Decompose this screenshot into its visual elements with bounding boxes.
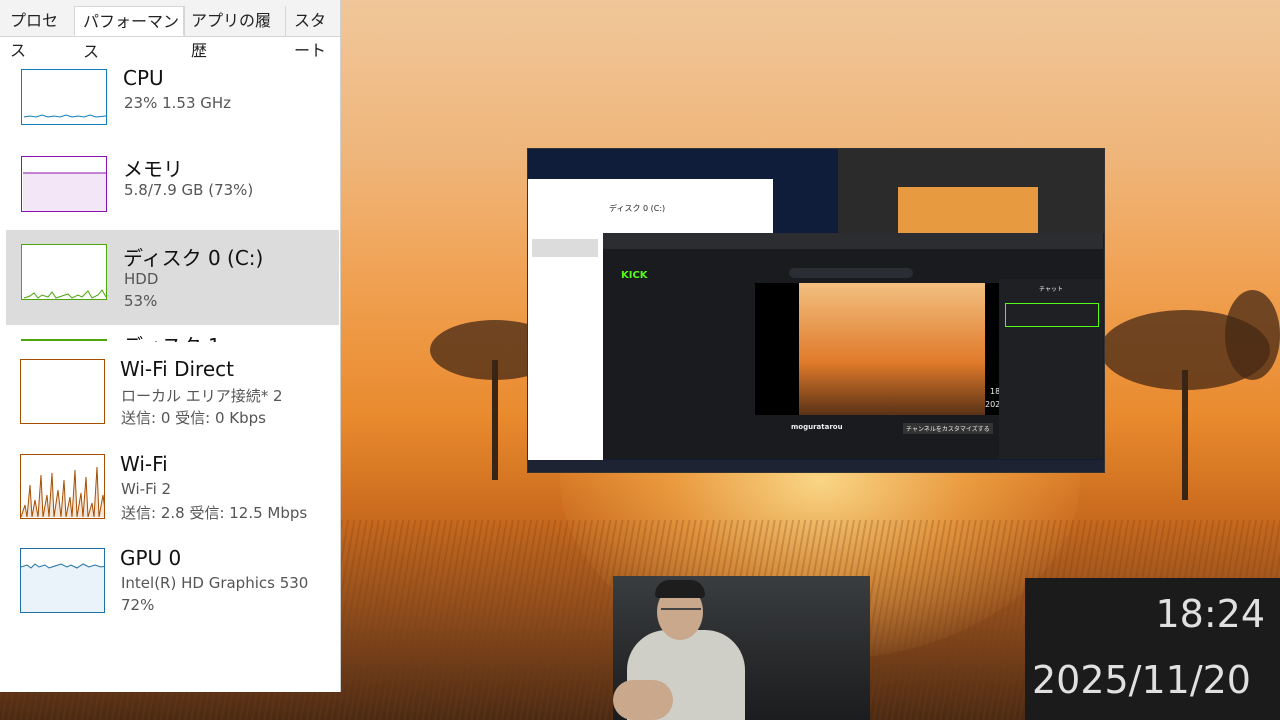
preview-disk-title: ディスク 0 (C:): [609, 204, 666, 213]
preview-kick-search: [789, 268, 913, 278]
webcam-person-glasses: [661, 608, 701, 616]
preview-taskbar: [528, 460, 1104, 472]
tab-bar: プロセス パフォーマンス アプリの履歴 スタート: [0, 0, 340, 61]
clock-time: 18:24: [1155, 592, 1265, 636]
cpu-graph: [21, 69, 107, 125]
perf-item-wifi[interactable]: Wi-Fi Wi-Fi 2 送信: 2.8 受信: 12.5 Mbps: [0, 440, 340, 534]
cpu-usage: 23% 1.53 GHz: [124, 94, 232, 112]
disk-1-graph-edge: [21, 339, 107, 341]
preview-channel-name: moguratarou: [791, 423, 843, 431]
task-manager-window: プロセス パフォーマンス アプリの履歴 スタート CPU 23% 1.53 GH…: [0, 0, 341, 692]
gpu-0-model: Intel(R) HD Graphics 530: [121, 574, 309, 592]
gpu-0-graph: [20, 548, 105, 613]
wifi-title: Wi-Fi: [120, 452, 168, 476]
cpu-title: CPU: [123, 66, 164, 90]
tab-performance[interactable]: パフォーマンス: [74, 6, 184, 61]
tab-processes[interactable]: プロセス: [0, 6, 72, 60]
gpu-0-title: GPU 0: [120, 546, 182, 570]
clock-date: 2025/11/20: [1031, 658, 1251, 702]
gpu-0-usage: 72%: [121, 596, 155, 614]
wifi-direct-adapter: ローカル エリア接続* 2: [121, 387, 283, 405]
memory-title: メモリ: [123, 157, 183, 181]
perf-item-disk-0[interactable]: ディスク 0 (C:) HDD 53%: [6, 230, 339, 325]
wifi-direct-title: Wi-Fi Direct: [120, 357, 234, 381]
preview-browser-kick: KICK 18:24 2025/11/20 moguratarou チャンネルを…: [603, 233, 1103, 459]
screen-share-preview: ディスク 0 (C:) KICK 18:24 2025/11/20 mogura…: [527, 148, 1105, 473]
preview-chat-panel: チャット: [999, 279, 1103, 459]
preview-stream-video: 18:24 2025/11/20: [755, 283, 1031, 415]
perf-item-disk-1-partial[interactable]: ディスク 1: [0, 326, 340, 342]
disk-0-graph: [21, 244, 107, 300]
webcam-person-hair: [655, 580, 705, 598]
preview-customize-button: チャンネルをカスタマイズする: [903, 423, 993, 434]
disk-0-usage: 53%: [124, 292, 158, 310]
preview-kick-logo: KICK: [621, 270, 648, 281]
tab-app-history[interactable]: アプリの履歴: [184, 6, 284, 60]
preview-chat-header: チャット: [1039, 286, 1063, 293]
tab-startup[interactable]: スタート: [285, 6, 340, 60]
webcam-overlay: [613, 576, 870, 720]
wifi-direct-graph: [20, 359, 105, 424]
preview-media-window: [838, 149, 1104, 233]
memory-usage: 5.8/7.9 GB (73%): [124, 181, 254, 199]
perf-item-cpu[interactable]: CPU 23% 1.53 GHz: [0, 56, 340, 150]
preview-disk-panel: ディスク 0 (C:): [603, 179, 773, 234]
disk-1-title: ディスク 1: [123, 330, 221, 342]
perf-item-memory[interactable]: メモリ 5.8/7.9 GB (73%): [0, 143, 340, 237]
wifi-adapter: Wi-Fi 2: [121, 480, 172, 498]
wifi-throughput: 送信: 2.8 受信: 12.5 Mbps: [121, 504, 308, 522]
memory-graph: [21, 156, 107, 212]
disk-0-type: HDD: [124, 270, 159, 288]
disk-0-title: ディスク 0 (C:): [123, 246, 264, 270]
perf-item-wifi-direct[interactable]: Wi-Fi Direct ローカル エリア接続* 2 送信: 0 受信: 0 K…: [0, 345, 340, 439]
preview-task-manager: [528, 179, 603, 464]
wifi-graph: [20, 454, 105, 519]
perf-item-gpu-0[interactable]: GPU 0 Intel(R) HD Graphics 530 72%: [0, 534, 340, 628]
clock-overlay: 18:24 2025/11/20: [1025, 578, 1280, 720]
webcam-person-arm: [613, 680, 673, 720]
wifi-direct-throughput: 送信: 0 受信: 0 Kbps: [121, 409, 266, 427]
